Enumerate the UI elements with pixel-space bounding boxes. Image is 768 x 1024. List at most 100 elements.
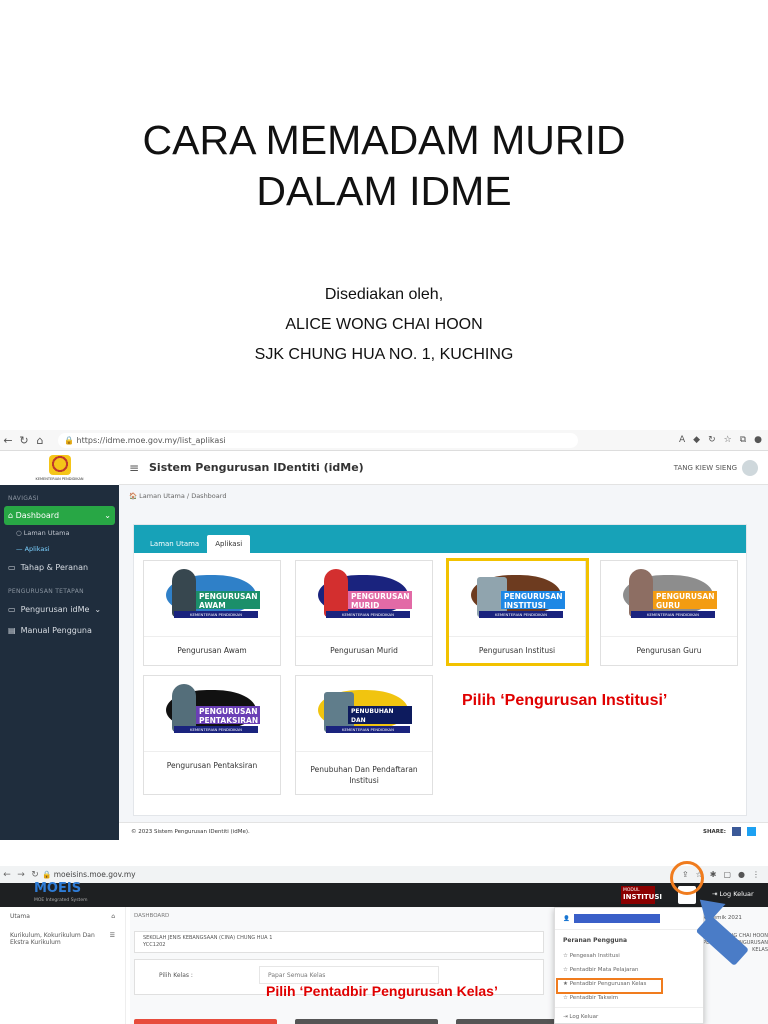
favorites-icon[interactable]: ☆ <box>724 435 732 445</box>
refresh-icon[interactable]: ↻ <box>708 435 716 445</box>
class-select[interactable]: Papar Semua Kelas <box>259 966 439 984</box>
tile-art: PENGURUSAN MURID KEMENTERIAN PENDIDIKAN <box>296 561 432 637</box>
more-icon[interactable]: ⋮ <box>752 870 760 879</box>
sidebar-item-manual[interactable]: ▤ Manual Pengguna <box>0 620 119 641</box>
read-aloud-icon[interactable]: A <box>679 435 685 445</box>
browser-tools: A ◆ ↻ ☆ ⧉ ● <box>679 435 768 445</box>
app-title: Sistem Pengurusan IDentiti (idMe) <box>149 461 364 474</box>
author-name: ALICE WONG CHAI HOON <box>285 316 483 333</box>
menu-icon[interactable]: ≡ <box>119 461 149 475</box>
menu-item-logout[interactable]: ⇥ Log Keluar <box>555 1010 703 1024</box>
grey-button[interactable] <box>295 1019 438 1024</box>
tile-art: PENGURUSAN AWAM KEMENTERIAN PENDIDIKAN <box>144 561 280 637</box>
profile-icon[interactable]: ● <box>754 435 762 445</box>
sidebar-item-kurikulum[interactable]: Kurikulum, Kokurikulum Dan Ekstra Kuriku… <box>0 926 125 952</box>
red-button[interactable] <box>134 1019 277 1024</box>
slide-title-line2: DALAM IDME <box>256 168 512 214</box>
facebook-icon[interactable] <box>732 827 741 836</box>
school-info: SEKOLAH JENIS KEBANGSAAN (CINA) CHUNG HU… <box>134 931 544 953</box>
tile-caption: Penubuhan Dan Pendaftaran Institusi <box>310 765 418 785</box>
address-text[interactable]: moeisins.moe.gov.my <box>54 870 136 879</box>
school-name: SJK CHUNG HUA NO. 1, KUCHING <box>254 346 514 363</box>
sidebar-item-pengurusan[interactable]: ▭ Pengurusan idMe ⌄ <box>0 599 119 620</box>
tile-banner: PENGURUSAN AWAM <box>196 591 260 610</box>
user-menu[interactable]: TANG KIEW SIENG <box>674 459 768 476</box>
lock-icon: 🔒 <box>64 435 77 445</box>
chevron-down-icon: ⌄ <box>94 605 102 614</box>
sidebar-sub-label: Laman Utama <box>23 529 70 537</box>
home-icon: ⌂ <box>111 913 115 920</box>
slide-title-line1: CARA MEMADAM MURID <box>142 117 626 163</box>
moeis-sidebar: Utama ⌂ Kurikulum, Kokurikulum Dan Ekstr… <box>0 907 126 1024</box>
menu-item-pentadbir-mp[interactable]: ☆ Pentadbir Mata Pelajaran <box>555 963 703 977</box>
folder-icon: ▭ <box>8 605 16 614</box>
sidebar-item-label: Pengurusan idMe <box>20 605 90 614</box>
extension-icon[interactable]: ✱ <box>710 870 717 879</box>
list-icon: ☰ <box>109 932 115 939</box>
sidebar-sub-aplikasi[interactable]: — Aplikasi <box>0 541 119 557</box>
tile-pengurusan-awam[interactable]: PENGURUSAN AWAM KEMENTERIAN PENDIDIKAN P… <box>143 560 281 666</box>
reload-icon[interactable]: ↻ <box>16 434 32 447</box>
tile-pengurusan-murid[interactable]: PENGURUSAN MURID KEMENTERIAN PENDIDIKAN … <box>295 560 433 666</box>
app-header: ≡ Sistem Pengurusan IDentiti (idMe) TANG… <box>119 451 768 485</box>
tile-caption: Pengurusan Pentaksiran <box>166 761 258 770</box>
brand-sub: MOE Integrated System <box>34 898 88 903</box>
sidebar-sub-laman-utama[interactable]: ○ Laman Utama <box>0 525 119 541</box>
id-card-icon: ▭ <box>8 563 16 572</box>
home-icon[interactable]: ⌂ <box>32 434 48 447</box>
sidebar-item-tahap[interactable]: ▭ Tahap & Peranan <box>0 557 119 578</box>
tile-pengurusan-guru[interactable]: PENGURUSAN GURU KEMENTERIAN PENDIDIKAN P… <box>600 560 738 666</box>
sidebar-heading-navigasi: NAVIGASI <box>8 495 39 502</box>
forward-icon[interactable]: → <box>14 870 28 880</box>
profile-icon[interactable]: ● <box>738 870 745 879</box>
tab-aplikasi[interactable]: Aplikasi <box>207 535 251 553</box>
menu-item-label: Log Keluar <box>569 1014 599 1020</box>
window-icon[interactable]: ▢ <box>723 870 731 879</box>
book-icon: ▤ <box>8 626 16 635</box>
twitter-icon[interactable] <box>747 827 756 836</box>
divider <box>555 929 703 930</box>
browser-toolbar: ← → ↻ 🔒 moeisins.moe.gov.my ⇪ ☆ ✱ ▢ ● ⋮ <box>0 866 768 883</box>
share-links: SHARE: <box>703 827 756 836</box>
slide-title: CARA MEMADAM MURID DALAM IDME <box>0 115 768 217</box>
sidebar-item-label: Dashboard <box>15 511 60 520</box>
collections-icon[interactable]: ⧉ <box>740 435 746 445</box>
menu-item-pengesah[interactable]: ☆ Pengesah Institusi <box>555 949 703 963</box>
tile-ministry-label: KEMENTERIAN PENDIDIKAN <box>174 726 258 733</box>
highlight-frame-institusi <box>446 558 589 666</box>
back-icon[interactable]: ← <box>0 434 16 447</box>
sidebar-item-dashboard[interactable]: ⌂ Dashboard ⌄ <box>4 506 115 525</box>
teacher-icon <box>629 569 653 617</box>
annotation-pilih-pentadbir: Pilih ‘Pentadbir Pengurusan Kelas’ <box>266 983 498 999</box>
address-bar[interactable]: 🔒 https://idme.moe.gov.my/list_aplikasi <box>58 432 578 448</box>
crest-icon <box>48 455 71 475</box>
annotation-pilih-institusi: Pilih ‘Pengurusan Institusi’ <box>462 692 668 709</box>
dropdown-heading: Peranan Pengguna <box>563 937 628 944</box>
sidebar-item-label: Manual Pengguna <box>20 626 92 635</box>
slide-credits: Disediakan oleh, ALICE WONG CHAI HOON SJ… <box>0 280 768 370</box>
sidebar-item-utama[interactable]: Utama ⌂ <box>0 907 125 926</box>
sidebar-item-label: Utama <box>10 913 30 920</box>
browser-toolbar: ← ↻ ⌂ 🔒 https://idme.moe.gov.my/list_apl… <box>0 430 768 451</box>
tile-banner: PENUBUHAN DAN PENDAFTARAN IPS <box>348 706 412 742</box>
tile-caption: Pengurusan Murid <box>330 646 398 655</box>
divider <box>555 1007 703 1008</box>
back-icon[interactable]: ← <box>0 870 14 880</box>
footer-copyright: © 2023 Sistem Pengurusan IDentiti (idMe)… <box>131 828 250 835</box>
reload-icon[interactable]: ↻ <box>28 870 42 880</box>
extension-icon[interactable]: ◆ <box>693 435 700 445</box>
tile-ministry-label: KEMENTERIAN PENDIDIKAN <box>174 611 258 618</box>
tab-laman-utama[interactable]: Laman Utama <box>142 535 207 553</box>
action-buttons-strip <box>134 1019 599 1024</box>
person-icon <box>172 569 196 617</box>
tile-pengurusan-pentaksiran[interactable]: PENGURUSAN PENTAKSIRAN KEMENTERIAN PENDI… <box>143 675 281 795</box>
menu-item-label: Pentadbir Takwim <box>569 995 619 1001</box>
prepared-by: Disediakan oleh, <box>324 286 444 303</box>
tile-art: PENGURUSAN PENTAKSIRAN KEMENTERIAN PENDI… <box>144 676 280 752</box>
tile-penubuhan-pendaftaran[interactable]: PENUBUHAN DAN PENDAFTARAN IPS KEMENTERIA… <box>295 675 433 795</box>
card-tabs: Laman Utama Aplikasi <box>134 525 746 553</box>
tile-caption: Pengurusan Awam <box>177 646 247 655</box>
modul-badge: MODUL INSTITUSI <box>621 886 662 904</box>
title-slide: CARA MEMADAM MURID DALAM IDME Disediakan… <box>0 0 768 425</box>
idme-screenshot: ← ↻ ⌂ 🔒 https://idme.moe.gov.my/list_apl… <box>0 430 768 840</box>
